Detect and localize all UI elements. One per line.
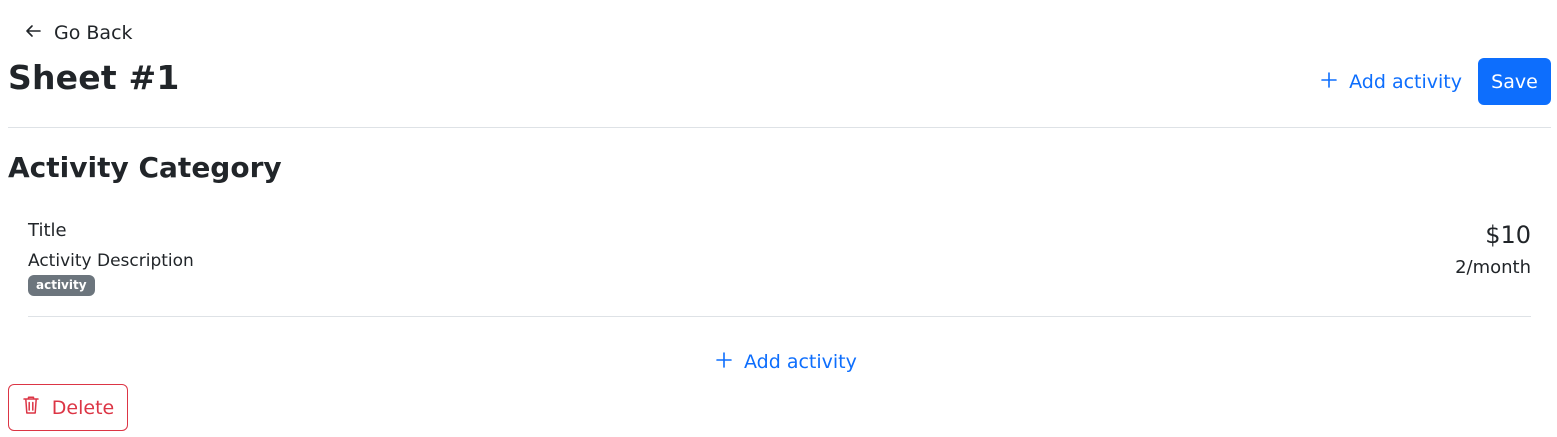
add-activity-button[interactable]: Add activity: [716, 348, 857, 376]
delete-button[interactable]: Delete: [8, 384, 128, 431]
header-actions: Add activity Save: [1321, 58, 1551, 105]
add-activity-label: Add activity: [744, 351, 857, 373]
page-title: Sheet #1: [8, 58, 180, 97]
header-divider: [8, 127, 1551, 128]
delete-label: Delete: [51, 396, 115, 419]
plus-icon: [1321, 71, 1337, 93]
add-activity-header-button[interactable]: Add activity: [1321, 71, 1462, 93]
go-back-label: Go Back: [54, 22, 133, 44]
activity-badge: activity: [28, 275, 95, 296]
plus-icon: [716, 351, 732, 373]
add-activity-header-label: Add activity: [1349, 70, 1462, 93]
trash-icon: [22, 395, 40, 420]
activity-item[interactable]: Title Activity Description activity $10 …: [28, 215, 1531, 317]
arrow-left-icon: [24, 22, 42, 45]
go-back-link[interactable]: Go Back: [24, 20, 133, 46]
activity-title: Title: [28, 220, 67, 241]
activity-description: Activity Description: [28, 251, 194, 271]
save-button[interactable]: Save: [1478, 58, 1551, 105]
category-title: Activity Category: [8, 151, 282, 184]
activity-price: $10: [1485, 221, 1531, 249]
activity-frequency: 2/month: [1455, 257, 1531, 278]
